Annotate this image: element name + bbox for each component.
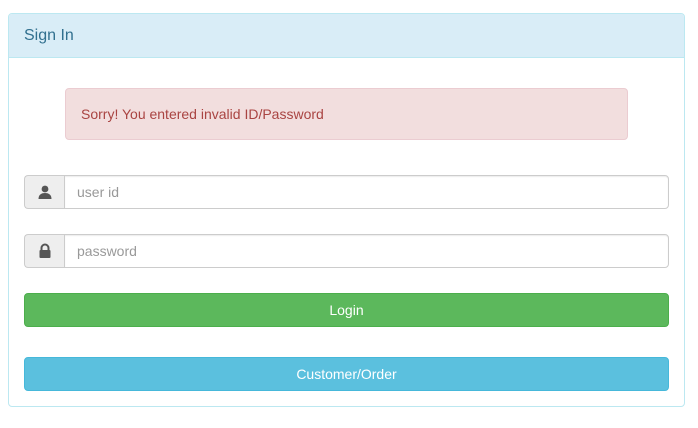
login-button[interactable]: Login: [24, 293, 669, 327]
panel-heading: Sign In: [9, 14, 684, 58]
error-message: Sorry! You entered invalid ID/Password: [81, 106, 324, 122]
error-alert: Sorry! You entered invalid ID/Password: [65, 88, 628, 140]
customer-order-button[interactable]: Customer/Order: [24, 357, 669, 391]
password-input-group: [24, 234, 669, 268]
sign-in-panel: Sign In Sorry! You entered invalid ID/Pa…: [8, 13, 685, 407]
userid-input[interactable]: [64, 175, 669, 209]
password-input[interactable]: [64, 234, 669, 268]
user-icon: [38, 185, 51, 199]
userid-input-group: [24, 175, 669, 209]
user-icon-addon: [24, 175, 64, 209]
lock-icon-addon: [24, 234, 64, 268]
lock-icon: [39, 243, 50, 258]
panel-title: Sign In: [24, 26, 74, 44]
